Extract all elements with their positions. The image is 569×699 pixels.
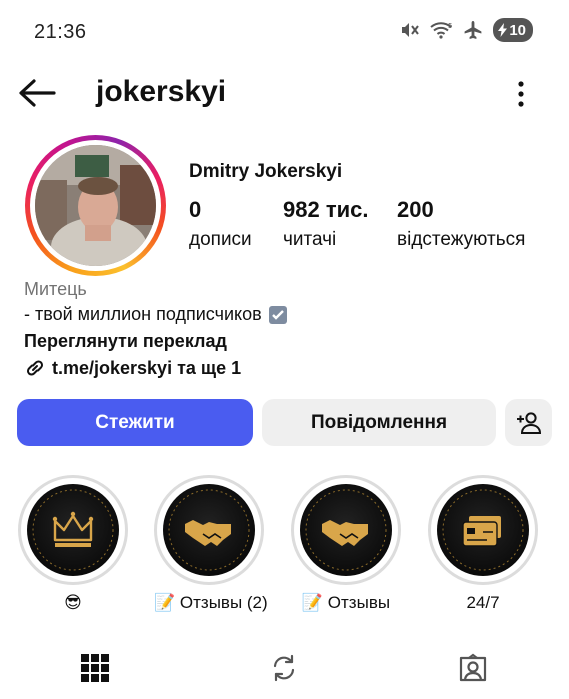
bio-link-text: t.me/jokerskyi та ще 1 [52, 357, 242, 378]
tagged-icon[interactable] [457, 652, 489, 684]
full-name: Dmitry Jokerskyi [189, 161, 343, 182]
airplane-icon [464, 21, 482, 39]
crown-icon [32, 489, 114, 571]
more-options-icon[interactable] [510, 78, 532, 110]
highlight-label: 😎 [64, 593, 82, 612]
link-icon [26, 360, 44, 376]
battery-level: 10 [509, 21, 526, 39]
message-button[interactable]: Повідомлення [262, 399, 496, 446]
follow-button[interactable]: Стежити [17, 399, 253, 446]
back-arrow-icon[interactable] [16, 76, 58, 110]
highlight-item[interactable]: 😎 [18, 475, 128, 613]
bio-text: - твой миллион подписчиков [24, 304, 288, 325]
battery-indicator: 10 [493, 18, 533, 42]
grid-icon[interactable] [79, 652, 111, 684]
followers-label: читачі [283, 229, 337, 250]
posts-count: 0 [189, 197, 202, 222]
svg-text:5: 5 [448, 22, 452, 30]
see-translation-link[interactable]: Переглянути переклад [24, 331, 227, 352]
handshake-icon [168, 489, 250, 571]
following-stat[interactable]: 200 відстежуються [397, 197, 525, 251]
wifi-icon: 5 [430, 22, 453, 39]
posts-label: дописи [189, 229, 252, 250]
profile-username: jokerskyi [96, 75, 227, 108]
card-icon [442, 489, 524, 571]
profile-category: Митець [24, 279, 87, 299]
followers-count: 982 тис. [283, 197, 369, 222]
avatar[interactable] [35, 145, 156, 266]
handshake-icon [305, 489, 387, 571]
highlight-label: 24/7 [466, 593, 500, 612]
add-person-icon [516, 411, 541, 434]
posts-stat[interactable]: 0 дописи [189, 197, 252, 251]
bio-line: - твой миллион подписчиков [24, 304, 262, 324]
bio-link[interactable]: t.me/jokerskyi та ще 1 [24, 357, 241, 379]
highlight-label: 📝 Отзывы (2) [154, 593, 268, 612]
status-time: 21:36 [34, 21, 87, 43]
following-label: відстежуються [397, 229, 526, 250]
story-ring[interactable] [25, 135, 166, 276]
reels-icon[interactable] [268, 652, 300, 684]
followers-stat[interactable]: 982 тис. читачі [283, 197, 368, 251]
status-bar: 21:36 5 10 [0, 0, 569, 64]
charging-icon [498, 23, 508, 37]
check-mark-icon [268, 305, 287, 324]
suggest-user-button[interactable] [505, 399, 552, 446]
highlight-item[interactable]: 📝 Отзывы (2) [154, 475, 268, 613]
avatar-photo [35, 145, 156, 266]
highlight-item[interactable]: 📝 Отзывы [291, 475, 401, 613]
following-count: 200 [397, 197, 434, 222]
profile-tab-bar [0, 640, 569, 699]
mute-icon [402, 23, 420, 37]
highlight-label: 📝 Отзывы [301, 593, 391, 612]
highlight-item[interactable]: 24/7 [428, 475, 538, 613]
status-icons: 5 10 [399, 18, 533, 42]
